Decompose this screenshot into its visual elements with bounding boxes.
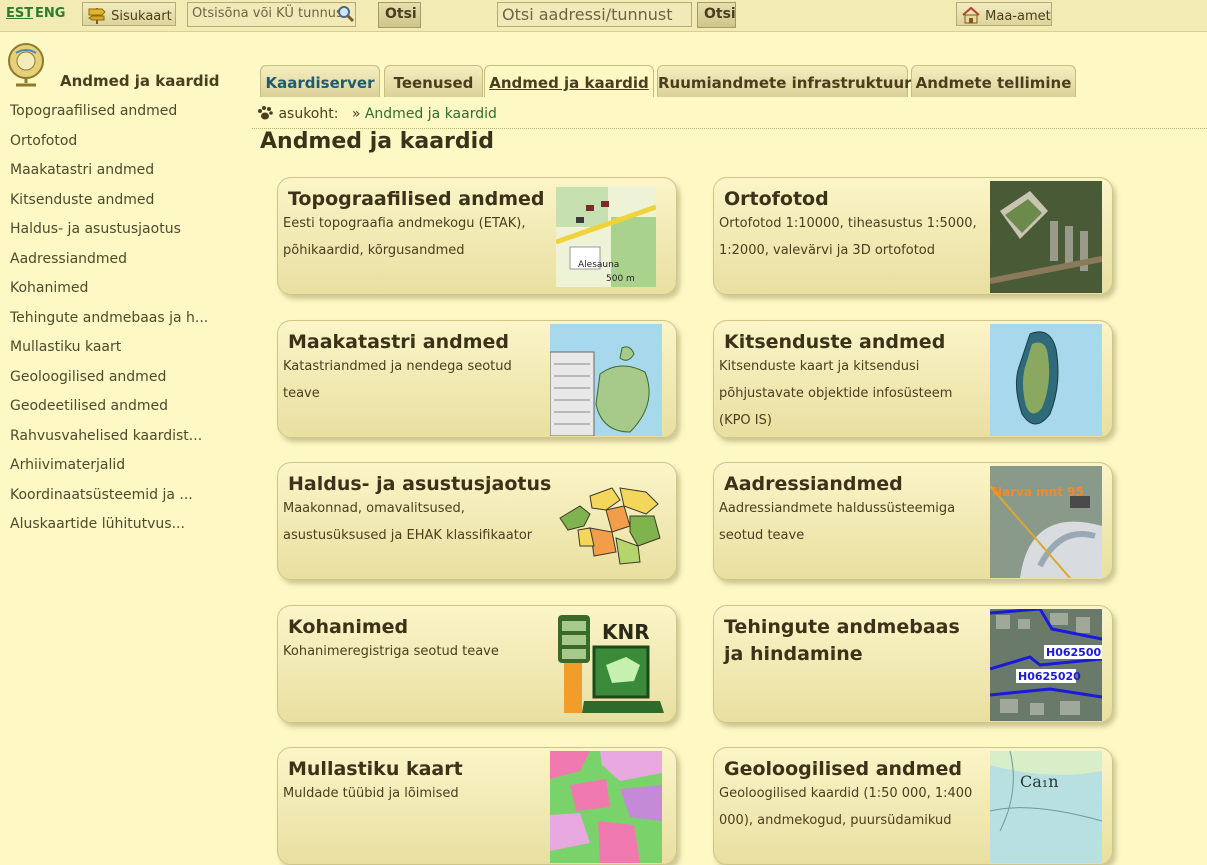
card-tehingute-andmebaas[interactable]: Tehingute andmebaas ja hindamine H062500…: [713, 605, 1113, 723]
sidebar-item[interactable]: Topograafilised andmed: [10, 103, 208, 133]
card-description: Geoloogilised kaardid (1:50 000, 1:400 0…: [719, 786, 973, 828]
sidebar-item[interactable]: Aluskaartide lühitutvus...: [10, 516, 208, 546]
lang-eng-link[interactable]: ENG: [35, 6, 65, 21]
card-title: Mullastiku kaart: [288, 758, 463, 780]
address-label: Narva mnt 95: [992, 485, 1084, 499]
topo-scale-label: 500 m: [606, 274, 635, 284]
sidebar-item[interactable]: Rahvusvahelised kaardist...: [10, 428, 208, 458]
lang-est-link[interactable]: EST: [6, 6, 33, 21]
address-search-input[interactable]: Otsi aadressi/tunnust: [497, 2, 692, 27]
otsi-address-button[interactable]: Otsi: [697, 2, 736, 28]
topo-map-thumbnail: Alesauna 500 m: [556, 187, 656, 287]
breadcrumb-separator: »: [351, 106, 361, 122]
sidebar-item[interactable]: Aadressiandmed: [10, 251, 208, 281]
card-aadressiandmed[interactable]: Aadressiandmed Aadressiandmete haldussüs…: [713, 462, 1113, 580]
sidebar-item[interactable]: Koordinaatsüsteemid ja ...: [10, 487, 208, 517]
transaction-map-thumbnail: H0625001 H0625020: [990, 609, 1102, 721]
card-title: Geoloogilised andmed: [724, 758, 962, 780]
tab-kaardiserver[interactable]: Kaardiserver: [260, 65, 380, 97]
sidebar-title: Andmed ja kaardid: [60, 72, 220, 90]
tab-andmete-tellimine[interactable]: Andmete tellimine: [911, 65, 1076, 97]
knr-logo-thumbnail: KNR: [558, 615, 664, 713]
parcel-code-2: H0625020: [1018, 670, 1081, 683]
card-description: Kohanimeregistriga seotud teave: [283, 644, 499, 659]
keyword-search-input[interactable]: Otsisõna või KÜ tunnus: [187, 2, 356, 27]
card-description: Maakonnad, omavalitsused, asustusüksused…: [283, 501, 533, 543]
card-title: Kitsenduste andmed: [724, 331, 946, 353]
breadcrumb-prefix: asukoht:: [278, 106, 339, 122]
card-description: Muldade tüübid ja lõimised: [283, 786, 459, 801]
tab-andmed-ja-kaardid[interactable]: Andmed ja kaardid: [484, 65, 654, 97]
paw-icon: [258, 106, 273, 120]
signpost-icon: [88, 8, 106, 24]
maa-amet-home-button[interactable]: Maa-amet: [956, 2, 1052, 26]
card-title: Aadressiandmed: [724, 473, 903, 495]
card-kohanimed[interactable]: Kohanimed Kohanimeregistriga seotud teav…: [277, 605, 677, 723]
tab-teenused[interactable]: Teenused: [384, 65, 483, 97]
sisukaart-button[interactable]: Sisukaart: [82, 2, 176, 26]
soil-map-thumbnail: [550, 751, 662, 863]
tab-ruumiandmete-infrastruktuur[interactable]: Ruumiandmete infrastruktuur: [657, 65, 912, 97]
restrictions-map-thumbnail: [990, 324, 1102, 436]
sidebar-menu: Topograafilised andmed Ortofotod Maakata…: [10, 103, 208, 546]
sisukaart-label: Sisukaart: [111, 9, 172, 24]
keyword-search-placeholder: Otsisõna või KÜ tunnus: [192, 6, 343, 21]
card-maakatastri-andmed[interactable]: Maakatastri andmed Katastriandmed ja nen…: [277, 320, 677, 438]
card-mullastiku-kaart[interactable]: Mullastiku kaart Muldade tüübid ja lõimi…: [277, 747, 677, 865]
orthophoto-thumbnail: [990, 181, 1102, 293]
address-photo-thumbnail: Narva mnt 95: [990, 466, 1102, 578]
sidebar-item[interactable]: Geoloogilised andmed: [10, 369, 208, 399]
card-geoloogilised-andmed[interactable]: Geoloogilised andmed Geoloogilised kaard…: [713, 747, 1113, 865]
address-search-placeholder: Otsi aadressi/tunnust: [502, 5, 673, 24]
sidebar-item[interactable]: Haldus- ja asustusjaotus: [10, 221, 208, 251]
geology-unit-label: Ca₁n: [1020, 772, 1059, 791]
sidebar-item[interactable]: Maakatastri andmed: [10, 162, 208, 192]
card-title: Maakatastri andmed: [288, 331, 510, 353]
geology-map-thumbnail: Ca₁n: [990, 751, 1102, 863]
card-title: Kohanimed: [288, 616, 409, 638]
magnifier-icon[interactable]: [337, 5, 355, 23]
card-description: Eesti topograafia andmekogu (ETAK), põhi…: [283, 216, 526, 258]
top-bar: EST ENG Sisukaart Otsisõna või KÜ tunnus…: [0, 0, 1207, 32]
card-title: Ortofotod: [724, 188, 829, 210]
home-icon: [962, 6, 980, 24]
card-title: Tehingute andmebaas ja hindamine: [724, 616, 960, 665]
knr-label: KNR: [602, 620, 650, 644]
breadcrumb-current[interactable]: Andmed ja kaardid: [365, 106, 497, 122]
card-description: Kitsenduste kaart ja kitsendusi põhjusta…: [719, 359, 953, 428]
maa-amet-label: Maa-amet: [985, 9, 1051, 24]
sidebar-item[interactable]: Geodeetilised andmed: [10, 398, 208, 428]
globe-logo-icon: [8, 43, 44, 87]
card-title: Haldus- ja asustusjaotus: [288, 473, 552, 495]
card-haldus-ja-asustusjaotus[interactable]: Haldus- ja asustusjaotus Maakonnad, omav…: [277, 462, 677, 580]
card-title: Topograafilised andmed: [288, 188, 545, 210]
otsi-keyword-button[interactable]: Otsi: [378, 2, 421, 28]
sidebar: Andmed ja kaardid Topograafilised andmed…: [0, 31, 240, 819]
topo-place-label: Alesauna: [578, 260, 619, 270]
sidebar-item[interactable]: Kitsenduste andmed: [10, 192, 208, 222]
sidebar-item[interactable]: Kohanimed: [10, 280, 208, 310]
estonia-admin-map-thumbnail: [559, 487, 661, 565]
card-kitsenduste-andmed[interactable]: Kitsenduste andmed Kitsenduste kaart ja …: [713, 320, 1113, 438]
sidebar-item[interactable]: Arhiivimaterjalid: [10, 457, 208, 487]
card-ortofotod[interactable]: Ortofotod Ortofotod 1:10000, tiheasustus…: [713, 177, 1113, 295]
page-title: Andmed ja kaardid: [260, 129, 494, 154]
cadastre-map-thumbnail: [550, 324, 662, 436]
card-description: Katastriandmed ja nendega seotud teave: [283, 359, 512, 401]
sidebar-item[interactable]: Ortofotod: [10, 133, 208, 163]
breadcrumb: asukoht: » Andmed ja kaardid: [256, 104, 497, 122]
card-description: Aadressiandmete haldussüsteemiga seotud …: [719, 501, 956, 543]
parcel-code-1: H0625001: [1046, 646, 1102, 659]
card-topograafilised-andmed[interactable]: Topograafilised andmed Eesti topograafia…: [277, 177, 677, 295]
sidebar-item[interactable]: Mullastiku kaart: [10, 339, 208, 369]
card-description: Ortofotod 1:10000, tiheasustus 1:5000, 1…: [719, 216, 977, 258]
sidebar-item[interactable]: Tehingute andmebaas ja h...: [10, 310, 208, 340]
